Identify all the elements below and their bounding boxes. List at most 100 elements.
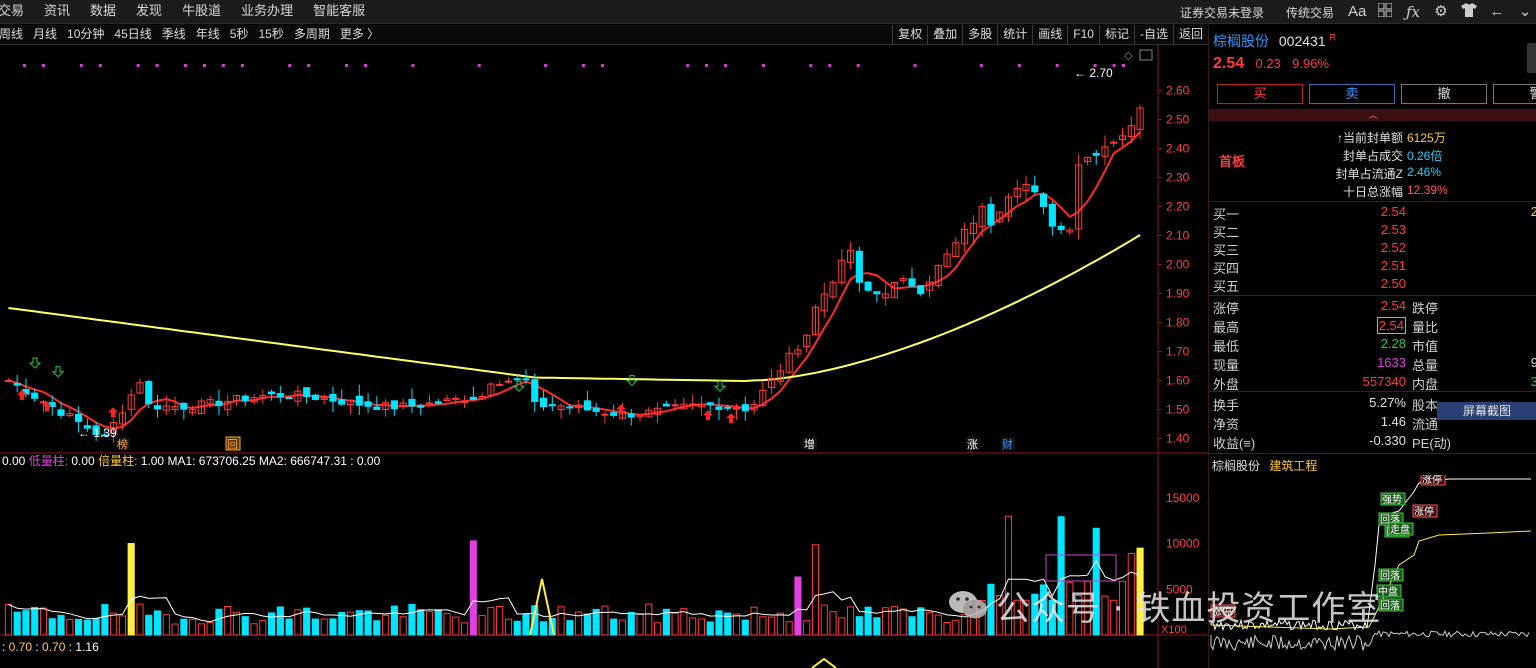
chart-tool-button[interactable]: 叠加 (927, 25, 962, 45)
candle-body (460, 400, 469, 403)
signal-dot (581, 64, 585, 67)
volume-bar (197, 623, 205, 636)
period-tab[interactable]: 周线 (0, 25, 23, 45)
period-tab[interactable]: 5秒 (230, 25, 249, 45)
mini-tag-label: 走盘 (1390, 523, 1410, 536)
buy-button[interactable]: 买 (1217, 84, 1303, 104)
chevron-down-icon[interactable]: ⌄ (1516, 3, 1534, 21)
font-size-icon[interactable]: Aa (1348, 3, 1366, 21)
chart-tool-button[interactable]: 标记 (1098, 25, 1134, 45)
volume-bar (504, 618, 513, 636)
event-marker[interactable]: 涨 (966, 437, 980, 451)
chart-tool-button[interactable]: 画线 (1032, 25, 1067, 45)
signal-dot (364, 64, 368, 67)
volume-bar (329, 618, 337, 636)
indicator-peak-mark (811, 657, 837, 668)
candle-body (496, 383, 504, 386)
period-tab[interactable]: 更多 〉 (340, 25, 379, 45)
maximize-icon[interactable] (1139, 49, 1153, 61)
mini-chart-tag: 涨停 (1420, 475, 1446, 486)
order-book-price[interactable]: 2.54 (1381, 204, 1406, 219)
volume-bar (136, 603, 144, 636)
event-marker[interactable]: 回 (225, 436, 241, 451)
volume-bar (57, 614, 65, 636)
candle-body (408, 398, 416, 407)
limit-info-label: 十日总涨幅 (1342, 185, 1403, 199)
period-tab[interactable]: 45日线 (114, 25, 151, 45)
grid-icon[interactable] (1376, 2, 1394, 21)
event-marker[interactable]: 榜 (116, 437, 130, 451)
panel-scroll-handle[interactable] (1527, 43, 1536, 73)
shirt-icon[interactable] (1460, 3, 1478, 21)
chart-tool-button[interactable]: 多股 (962, 25, 997, 45)
chart-tool-button[interactable]: 返回 (1172, 25, 1208, 45)
cancel-order-button[interactable]: 撤 (1401, 84, 1487, 104)
event-marker-label: 增 (804, 437, 815, 451)
mini-chart-tag: 回落 (1378, 568, 1404, 582)
volume-bar (873, 617, 881, 636)
volume-bar (478, 614, 486, 636)
quote-value: 2.54 (1380, 298, 1406, 313)
menu-item[interactable]: 发现 (136, 0, 162, 24)
period-tab[interactable]: 月线 (33, 25, 57, 45)
menu-item[interactable]: 资讯 (44, 0, 70, 24)
function-icon[interactable]: ƒx (1404, 3, 1422, 21)
volume-bar (829, 611, 837, 636)
mini-tag-label: 回落 (1380, 600, 1400, 612)
menu-item[interactable]: 牛股道 (182, 0, 221, 24)
mini-intraday-chart[interactable]: 涨停强势回落涨停回落走盘回落中盘回落涨停 (1209, 475, 1536, 667)
trade-mode-button[interactable]: 传统交易 (1286, 4, 1334, 21)
mini-tag-label: 强势 (1382, 493, 1402, 506)
order-book-price[interactable]: 2.50 (1381, 276, 1406, 291)
screenshot-button[interactable]: 屏幕截图 (1437, 402, 1536, 420)
period-tab[interactable]: 年线 (196, 25, 220, 45)
candle-body (1092, 152, 1100, 156)
candle-body (732, 407, 741, 410)
event-marker[interactable]: 财 (1001, 437, 1015, 451)
kline-chart-area[interactable]: ◇ 2.60 2.50 2.40 2.30 2.20 2.10 2.00 1.90 1.80 1.… (0, 45, 1208, 668)
volume-legend-part: 1.00 (141, 454, 165, 468)
chart-tool-button[interactable]: -自选 (1133, 25, 1173, 45)
mini-sector[interactable]: 建筑工程 (1269, 459, 1317, 473)
volume-bar (697, 618, 706, 636)
menu-item[interactable]: 数据 (90, 0, 116, 24)
quote-label: 最高 (1213, 320, 1240, 335)
gear-icon[interactable]: ⚙ (1432, 3, 1450, 21)
order-book-price[interactable]: 2.53 (1381, 222, 1406, 237)
login-status[interactable]: 证券交易未登录 (1180, 4, 1264, 21)
chart-tool-button[interactable]: 复权 (892, 25, 927, 45)
alert-button[interactable]: 警 (1493, 84, 1536, 104)
menu-item[interactable]: 智能客服 (313, 0, 365, 24)
quote-label: 现量 (1213, 358, 1240, 373)
chart-tool-button[interactable]: F10 (1067, 25, 1099, 45)
period-tab[interactable]: 季线 (162, 25, 186, 45)
menu-item[interactable]: 交易 (0, 0, 24, 24)
sell-button[interactable]: 卖 (1309, 84, 1395, 104)
quote-label-right: 跌停 (1412, 301, 1439, 316)
stock-badge: R (1329, 32, 1337, 43)
volume-bar (311, 618, 320, 636)
finance-label-right: 股本 (1412, 398, 1439, 413)
finance-value: 5.27% (1369, 395, 1406, 410)
period-tab[interactable]: 多周期 (294, 25, 330, 45)
collapse-toggle[interactable]: ︿ (1209, 109, 1536, 121)
candle-body (627, 413, 635, 418)
back-arrow-icon[interactable]: ← (1488, 3, 1506, 21)
volume-bar (671, 612, 679, 636)
signal-dot (1121, 64, 1125, 67)
order-book-price[interactable]: 2.52 (1381, 240, 1406, 255)
stock-change: 0.23 (1255, 56, 1281, 71)
indicator-value: : (2, 640, 9, 654)
quote-value: 2.54 (1376, 317, 1406, 334)
ma-short-line (8, 131, 1141, 430)
event-marker[interactable]: 增 (803, 437, 817, 451)
menu-item[interactable]: 业务办理 (241, 0, 293, 24)
settings-icon[interactable]: ◇ (1124, 50, 1133, 62)
chart-tool-button[interactable]: 统计 (997, 25, 1032, 45)
volume-bar (162, 614, 170, 636)
separator (1209, 391, 1536, 392)
volume-bar (706, 621, 714, 636)
order-book-price[interactable]: 2.51 (1381, 258, 1406, 273)
period-tab[interactable]: 10分钟 (67, 25, 104, 45)
period-tab[interactable]: 15秒 (258, 25, 283, 45)
